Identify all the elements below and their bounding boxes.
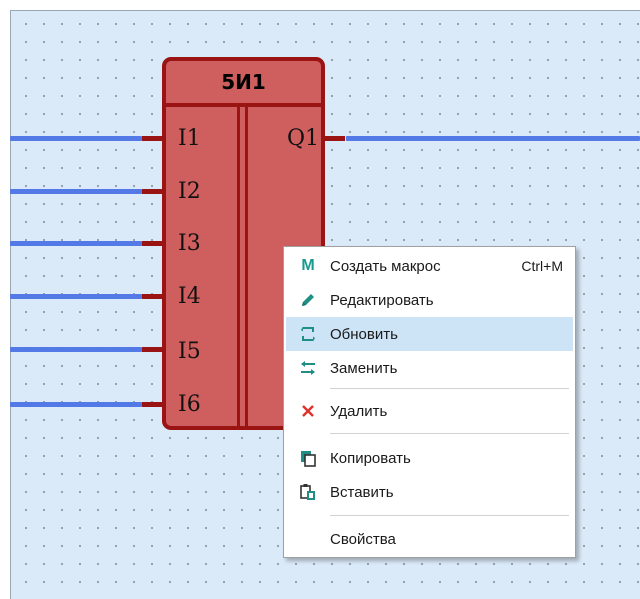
input-label-i2: I2 (178, 179, 201, 204)
delete-x-icon (286, 394, 330, 428)
block-divider-right (245, 107, 248, 426)
menu-item-label: Обновить (330, 325, 398, 343)
menu-separator (330, 388, 569, 389)
input-wire-i4[interactable] (10, 294, 142, 299)
menu-separator (330, 433, 569, 434)
input-wire-i1[interactable] (10, 136, 142, 141)
input-pin-i2[interactable] (142, 189, 162, 194)
input-wire-i5[interactable] (10, 347, 142, 352)
block-divider-left (237, 107, 240, 426)
menu-item-label: Удалить (330, 402, 388, 420)
block-title: 5И1 (166, 61, 321, 107)
menu-item-delete[interactable]: Удалить (286, 394, 573, 428)
pencil-icon (286, 283, 330, 317)
macro-m-icon: M (301, 257, 315, 274)
paste-icon (286, 475, 330, 509)
input-pin-i5[interactable] (142, 347, 162, 352)
menu-item-paste[interactable]: Вставить (286, 475, 573, 509)
input-pin-i3[interactable] (142, 241, 162, 246)
menu-item-properties[interactable]: Свойства (286, 522, 573, 556)
input-label-i6: I6 (178, 392, 201, 417)
input-wire-i2[interactable] (10, 189, 142, 194)
menu-item-copy[interactable]: Копировать (286, 441, 573, 475)
refresh-icon (286, 317, 330, 351)
menu-item-label: Свойства (330, 530, 396, 548)
input-label-i3: I3 (178, 231, 201, 256)
input-wire-i6[interactable] (10, 402, 142, 407)
menu-item-create-macro[interactable]: M Создать макрос Ctrl+M (286, 249, 573, 283)
menu-item-shortcut: Ctrl+M (521, 258, 563, 274)
output-wire-q1[interactable] (346, 136, 640, 141)
input-label-i1: I1 (178, 126, 201, 151)
menu-item-edit[interactable]: Редактировать (286, 283, 573, 317)
menu-item-refresh[interactable]: Обновить (286, 317, 573, 351)
menu-item-replace[interactable]: Заменить (286, 351, 573, 385)
menu-item-label: Создать макрос (330, 257, 441, 275)
context-menu: M Создать макрос Ctrl+M Редактировать Об… (283, 246, 576, 558)
menu-item-icon-slot (286, 522, 330, 556)
output-label-q1: Q1 (287, 126, 320, 151)
input-label-i4: I4 (178, 284, 201, 309)
menu-item-label: Вставить (330, 483, 394, 501)
output-pin-q1[interactable] (325, 136, 345, 141)
swap-arrows-icon (286, 351, 330, 385)
input-wire-i3[interactable] (10, 241, 142, 246)
input-pin-i1[interactable] (142, 136, 162, 141)
input-pin-i4[interactable] (142, 294, 162, 299)
menu-item-label: Копировать (330, 449, 411, 467)
copy-icon (286, 441, 330, 475)
input-label-i5: I5 (178, 339, 201, 364)
menu-item-label: Заменить (330, 359, 398, 377)
menu-item-label: Редактировать (330, 291, 434, 309)
menu-separator (330, 515, 569, 516)
input-pin-i6[interactable] (142, 402, 162, 407)
